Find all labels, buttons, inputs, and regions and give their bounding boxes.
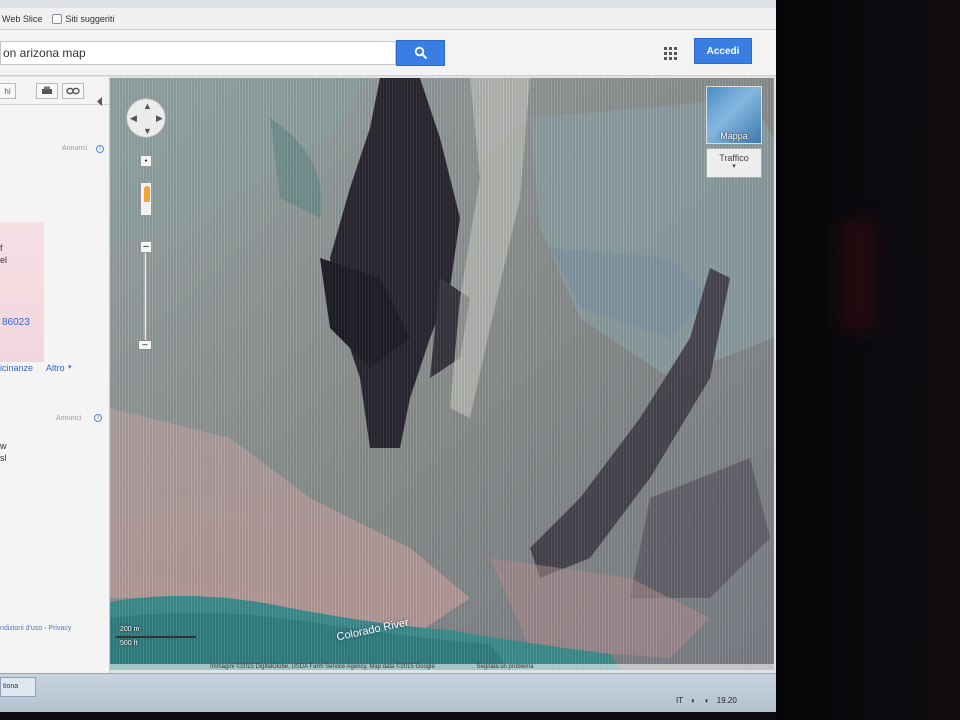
traffic-button[interactable]: Traffico ▾: [706, 148, 762, 178]
reflection: [840, 220, 876, 330]
chevron-down-icon[interactable]: ▾: [68, 363, 72, 371]
pegman-icon: [144, 186, 150, 202]
chevron-right-icon[interactable]: ▶: [156, 114, 163, 123]
volume-icon[interactable]: ◖: [704, 696, 709, 705]
language-indicator[interactable]: IT: [676, 696, 683, 705]
report-problem-link[interactable]: Segnala un problema: [477, 664, 534, 670]
taskbar-item[interactable]: tiona: [0, 677, 36, 697]
map-attribution: Immagini ©2015 DigitalGlobe, USDA Farm S…: [110, 664, 774, 670]
listing-text: sl: [0, 453, 7, 463]
map-type-label: Mappa: [720, 131, 748, 141]
satellite-map[interactable]: ▲ ▼ ◀ ▶ • – – Mappa Traffico ▾ 200 m 500…: [110, 78, 774, 670]
zoom-slider-track[interactable]: [144, 253, 147, 343]
phone-link[interactable]: 86023: [2, 317, 30, 328]
map-type-toggle[interactable]: Mappa: [706, 86, 762, 144]
terms-privacy-link[interactable]: ndizioni d'uso - Privacy: [0, 625, 71, 632]
street-view-pegman[interactable]: [140, 182, 152, 216]
link-icon: [66, 87, 80, 95]
chevron-left-icon: [97, 96, 102, 106]
chevron-down-icon: ▾: [732, 163, 736, 170]
system-tray: IT ◐ ◖ 19.20: [676, 696, 737, 705]
satellite-imagery: [110, 78, 774, 670]
panel-toolbar: hi: [0, 77, 109, 105]
scale-imperial: 500 ft: [120, 640, 138, 647]
listing-text: f: [0, 243, 3, 253]
zoom-reset-button[interactable]: •: [140, 155, 152, 167]
link-button[interactable]: [62, 83, 84, 99]
bookmark-label: Siti suggeriti: [65, 13, 115, 24]
print-button[interactable]: [36, 83, 58, 99]
nearby-link[interactable]: icinanze: [0, 363, 33, 373]
chevron-left-icon[interactable]: ◀: [130, 114, 137, 123]
bookmark-label: Web Slice: [2, 13, 43, 24]
chevron-down-icon[interactable]: ▼: [143, 127, 152, 136]
taskbar: tiona IT ◐ ◖ 19.20: [0, 673, 776, 712]
apps-grid-icon[interactable]: [660, 43, 680, 63]
search-button[interactable]: [396, 40, 445, 66]
left-panel: hi Annunci i f el 86023 icinanze Altro ▾…: [0, 77, 110, 673]
maps-header: Accedi: [0, 30, 776, 76]
printer-icon: [42, 86, 52, 94]
browser-screen: Web Slice Siti suggeriti Accedi hi: [0, 0, 776, 712]
ads-label: Annunci: [62, 145, 88, 152]
scale-line: [116, 636, 196, 638]
zoom-in-button[interactable]: –: [140, 241, 152, 253]
bookmark-suggested-sites[interactable]: Siti suggeriti: [52, 13, 115, 24]
collapse-panel-button[interactable]: [95, 94, 105, 108]
panel-tab-edge[interactable]: hi: [0, 83, 16, 99]
scale-bar: 200 m 500 ft: [116, 626, 200, 652]
traffic-label: Traffico: [719, 153, 749, 163]
clock[interactable]: 19.20: [717, 696, 737, 705]
monitor-bezel: [776, 0, 960, 720]
chevron-up-icon[interactable]: ▲: [143, 102, 152, 111]
zoom-slider-handle[interactable]: –: [138, 340, 152, 350]
listing-text: el: [0, 255, 8, 265]
more-link[interactable]: Altro: [46, 363, 65, 373]
search-icon: [414, 46, 427, 60]
signin-button[interactable]: Accedi: [694, 38, 752, 64]
info-icon[interactable]: i: [96, 145, 104, 153]
scale-metric: 200 m: [120, 626, 140, 633]
info-icon[interactable]: i: [94, 414, 102, 422]
bookmark-web-slice[interactable]: Web Slice: [2, 14, 42, 24]
attribution-text: Immagini ©2015 DigitalGlobe, USDA Farm S…: [210, 664, 435, 670]
ads-label: Annunci: [56, 415, 82, 422]
search-input[interactable]: [0, 41, 396, 65]
page-icon: [52, 13, 63, 24]
bookmarks-bar: Web Slice Siti suggeriti: [0, 8, 776, 30]
network-icon[interactable]: ◐: [691, 696, 696, 705]
listing-text: w: [0, 441, 7, 451]
ad-highlight: [0, 222, 44, 362]
pan-control[interactable]: ▲ ▼ ◀ ▶: [126, 98, 166, 138]
